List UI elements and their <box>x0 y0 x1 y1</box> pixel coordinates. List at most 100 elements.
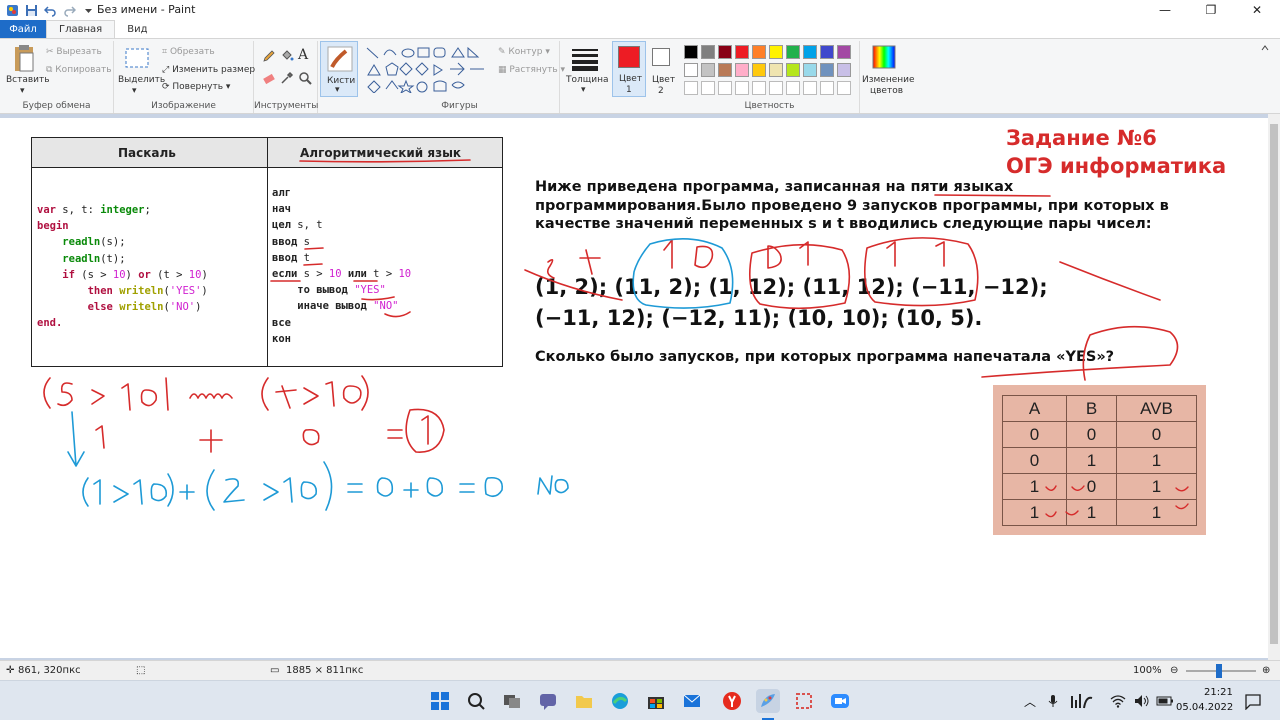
microphone-icon[interactable] <box>1046 694 1060 708</box>
collapse-ribbon-icon[interactable] <box>1260 43 1270 53</box>
pencil-icon[interactable] <box>262 49 276 63</box>
show-hidden-icons-icon[interactable]: ︿ <box>1024 693 1036 710</box>
copy-button[interactable]: ⧉ Копировать <box>46 65 112 75</box>
color1-button[interactable]: Цвет 1 <box>612 41 646 97</box>
magnifier-icon[interactable] <box>298 71 312 85</box>
select-dropdown-icon[interactable]: ▾ <box>132 86 137 96</box>
text-tool-icon[interactable]: A <box>298 47 308 63</box>
tab-home[interactable]: Главная <box>46 20 116 38</box>
clock-date[interactable]: 05.04.2022 <box>1176 702 1233 713</box>
palette-color-swatch[interactable] <box>735 63 749 77</box>
palette-empty-swatch[interactable] <box>803 81 817 95</box>
edge-browser-button[interactable] <box>608 689 632 713</box>
vertical-scrollbar-thumb[interactable] <box>1270 124 1278 644</box>
minimize-button[interactable]: — <box>1142 0 1188 20</box>
truth-cell: 1 <box>1066 499 1117 526</box>
fill-bucket-icon[interactable] <box>280 49 294 63</box>
paint-taskbar-button[interactable] <box>756 689 780 713</box>
palette-color-swatch[interactable] <box>752 45 766 59</box>
pascal-token: or <box>138 268 151 281</box>
palette-color-swatch[interactable] <box>786 45 800 59</box>
outline-button[interactable]: ✎ Контур ▾ <box>498 47 550 57</box>
tab-file[interactable]: Файл <box>0 20 46 38</box>
select-button[interactable]: Выделить <box>118 75 165 85</box>
rotate-button[interactable]: ⟳ Повернуть ▾ <box>162 82 230 92</box>
palette-color-swatch[interactable] <box>718 63 732 77</box>
file-explorer-button[interactable] <box>572 689 596 713</box>
pascal-token: integer <box>100 204 145 216</box>
close-button[interactable]: ✕ <box>1234 0 1280 20</box>
eraser-icon[interactable] <box>262 71 276 85</box>
palette-color-swatch[interactable] <box>820 45 834 59</box>
palette-color-swatch[interactable] <box>803 45 817 59</box>
brushes-button[interactable]: Кисти ▾ <box>320 41 358 97</box>
mail-button[interactable] <box>680 689 704 713</box>
fill-button[interactable]: ▦ Растянуть ▾ <box>498 65 565 75</box>
store-button[interactable] <box>644 689 668 713</box>
color-picker-icon[interactable] <box>280 71 294 85</box>
palette-color-swatch[interactable] <box>837 63 851 77</box>
palette-color-swatch[interactable] <box>701 63 715 77</box>
paste-icon[interactable] <box>12 44 36 74</box>
palette-color-swatch[interactable] <box>786 63 800 77</box>
yandex-browser-button[interactable] <box>720 689 744 713</box>
palette-color-swatch[interactable] <box>701 45 715 59</box>
palette-color-swatch[interactable] <box>718 45 732 59</box>
zoom-app-button[interactable] <box>828 689 852 713</box>
palette-empty-swatch[interactable] <box>684 81 698 95</box>
start-button[interactable] <box>428 689 452 713</box>
shapes-gallery-icon[interactable] <box>364 45 494 93</box>
palette-empty-swatch[interactable] <box>769 81 783 95</box>
notifications-icon[interactable] <box>1244 692 1262 710</box>
palette-color-swatch[interactable] <box>820 63 834 77</box>
palette-color-swatch[interactable] <box>684 45 698 59</box>
palette-color-swatch[interactable] <box>769 45 783 59</box>
search-button[interactable] <box>464 689 488 713</box>
palette-color-swatch[interactable] <box>752 63 766 77</box>
palette-color-swatch[interactable] <box>837 45 851 59</box>
palette-empty-swatch[interactable] <box>786 81 800 95</box>
select-icon[interactable] <box>124 47 150 69</box>
palette-color-swatch[interactable] <box>803 63 817 77</box>
wifi-icon[interactable] <box>1110 694 1126 708</box>
palette-empty-swatch[interactable] <box>718 81 732 95</box>
snipping-tool-button[interactable] <box>792 689 816 713</box>
resize-button[interactable]: ⤢ Изменить размер <box>162 65 255 75</box>
cut-button[interactable]: ✂ Вырезать <box>46 47 102 57</box>
clock-time[interactable]: 21:21 <box>1204 687 1233 698</box>
pairs-line1: (1, 2); (11, 2); (1, 12); (11, 12); (−11… <box>535 275 1048 299</box>
edit-colors-button[interactable]: Изменение цветов <box>862 41 915 113</box>
palette-empty-swatch[interactable] <box>820 81 834 95</box>
palette-color-swatch[interactable] <box>684 63 698 77</box>
zoom-in-button[interactable]: ⊕ <box>1262 665 1270 676</box>
battery-icon[interactable] <box>1156 694 1174 708</box>
volume-icon[interactable] <box>1134 694 1150 708</box>
maximize-button[interactable]: ❐ <box>1188 0 1234 20</box>
clipboard-group-label: Буфер обмена <box>22 101 91 111</box>
cursor-position-icon: ✛ <box>6 665 15 676</box>
ribbon-tabs: Файл Главная Вид <box>0 20 1280 38</box>
customize-quick-access-icon[interactable] <box>82 4 95 17</box>
tools-group: A Инструменты <box>254 41 318 113</box>
palette-empty-swatch[interactable] <box>735 81 749 95</box>
vertical-scrollbar[interactable] <box>1268 114 1280 660</box>
palette-color-swatch[interactable] <box>735 45 749 59</box>
task-view-button[interactable] <box>500 689 524 713</box>
palette-color-swatch[interactable] <box>769 63 783 77</box>
crop-button[interactable]: ⌗ Обрезать <box>162 47 215 57</box>
save-icon[interactable] <box>25 4 38 17</box>
tab-view[interactable]: Вид <box>115 20 159 38</box>
color2-button[interactable]: Цвет 2 <box>648 41 678 113</box>
zoom-slider-thumb[interactable] <box>1216 664 1222 678</box>
paste-dropdown-icon[interactable]: ▾ <box>20 86 25 96</box>
palette-empty-swatch[interactable] <box>701 81 715 95</box>
redo-icon[interactable] <box>63 4 76 17</box>
zoom-out-button[interactable]: ⊖ <box>1170 665 1178 676</box>
size-button[interactable]: Толщина ▾ <box>562 41 608 113</box>
palette-empty-swatch[interactable] <box>837 81 851 95</box>
teams-chat-button[interactable] <box>536 689 560 713</box>
ink-workspace-icon[interactable] <box>1070 692 1094 710</box>
palette-empty-swatch[interactable] <box>752 81 766 95</box>
undo-icon[interactable] <box>44 4 57 17</box>
paste-button[interactable]: Вставить <box>6 75 50 85</box>
